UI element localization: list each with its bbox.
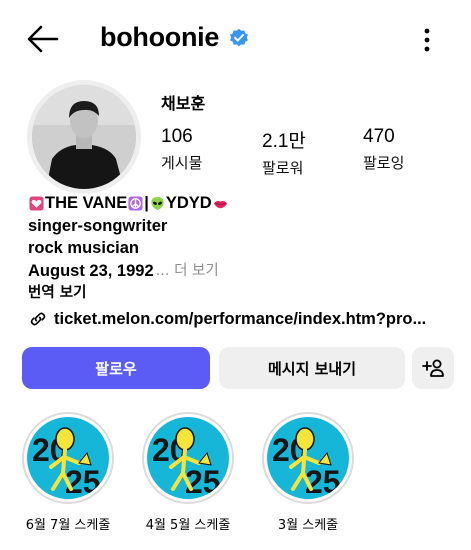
more-vertical-icon — [424, 28, 430, 52]
svg-text:25: 25 — [185, 464, 221, 499]
link-text: ticket.melon.com/performance/index.htm?p… — [54, 309, 427, 328]
bio: THE VANE | YDYD singer-songwriter rock m… — [28, 192, 229, 305]
followers-count: 2.1만 — [262, 131, 306, 152]
following-count: 470 — [363, 126, 395, 147]
followers-stat[interactable]: 2.1만 팔로워 — [262, 126, 306, 178]
heart-letter-icon — [29, 196, 44, 211]
display-name: 채보훈 — [161, 94, 206, 113]
back-button[interactable] — [26, 24, 60, 54]
bio-line-4: August 23, 1992 ... 더 보기 — [28, 260, 229, 283]
svg-text:25: 25 — [305, 464, 341, 499]
alien-icon — [151, 196, 164, 210]
highlight-ring: 20 25 — [142, 412, 234, 504]
verified-badge-icon — [230, 28, 248, 46]
bio-ydyd: YDYD — [165, 194, 212, 212]
profile-avatar[interactable] — [27, 80, 141, 194]
profile-link[interactable]: ticket.melon.com/performance/index.htm?p… — [28, 309, 426, 329]
highlight-cover: 20 25 — [27, 417, 109, 499]
posts-stat[interactable]: 106 게시물 — [161, 126, 202, 173]
highlight-ring: 20 25 — [22, 412, 114, 504]
posts-count: 106 — [161, 126, 193, 147]
avatar-photo — [32, 85, 136, 189]
bio-line-3: rock musician — [28, 239, 139, 257]
see-more-link[interactable]: ... 더 보기 — [156, 260, 219, 283]
story-highlight[interactable]: 20 25 3월 스케줄 — [258, 412, 358, 533]
follow-button[interactable]: 팔로우 — [22, 347, 210, 389]
suggested-users-button[interactable] — [412, 347, 454, 389]
more-options-button[interactable] — [420, 26, 434, 54]
bio-separator: | — [144, 194, 149, 212]
bio-line-2: singer-songwriter — [28, 216, 168, 235]
svg-text:25: 25 — [65, 464, 101, 499]
bio-band-name: THE VANE — [45, 194, 128, 212]
story-highlight[interactable]: 20 25 6월 7월 스케줄 — [18, 412, 118, 533]
username-header: bohoonie — [100, 22, 249, 53]
bio-line-1: THE VANE | YDYD — [28, 192, 229, 215]
highlight-ring: 20 25 — [262, 412, 354, 504]
link-icon — [30, 312, 46, 326]
highlight-cover: 20 25 — [147, 417, 229, 499]
message-button[interactable]: 메시지 보내기 — [219, 347, 405, 389]
lips-icon — [213, 200, 227, 208]
peace-icon — [128, 196, 143, 211]
story-highlight[interactable]: 20 25 4월 5월 스케줄 — [138, 412, 238, 533]
following-stat[interactable]: 470 팔로잉 — [363, 126, 404, 173]
posts-label: 게시물 — [161, 154, 203, 172]
username: bohoonie — [100, 22, 220, 52]
highlight-label: 6월 7월 스케줄 — [25, 518, 111, 533]
back-arrow-icon — [27, 25, 59, 53]
bio-birthday: August 23, 1992 — [28, 261, 154, 280]
see-translation-link[interactable]: 번역 보기 — [28, 282, 229, 305]
add-user-icon — [422, 359, 444, 377]
top-bar: bohoonie — [0, 0, 471, 78]
highlight-label: 3월 스케줄 — [277, 518, 339, 533]
highlight-cover: 20 25 — [267, 417, 349, 499]
highlight-label: 4월 5월 스케줄 — [145, 518, 231, 533]
followers-label: 팔로워 — [262, 159, 304, 177]
following-label: 팔로잉 — [363, 154, 405, 172]
